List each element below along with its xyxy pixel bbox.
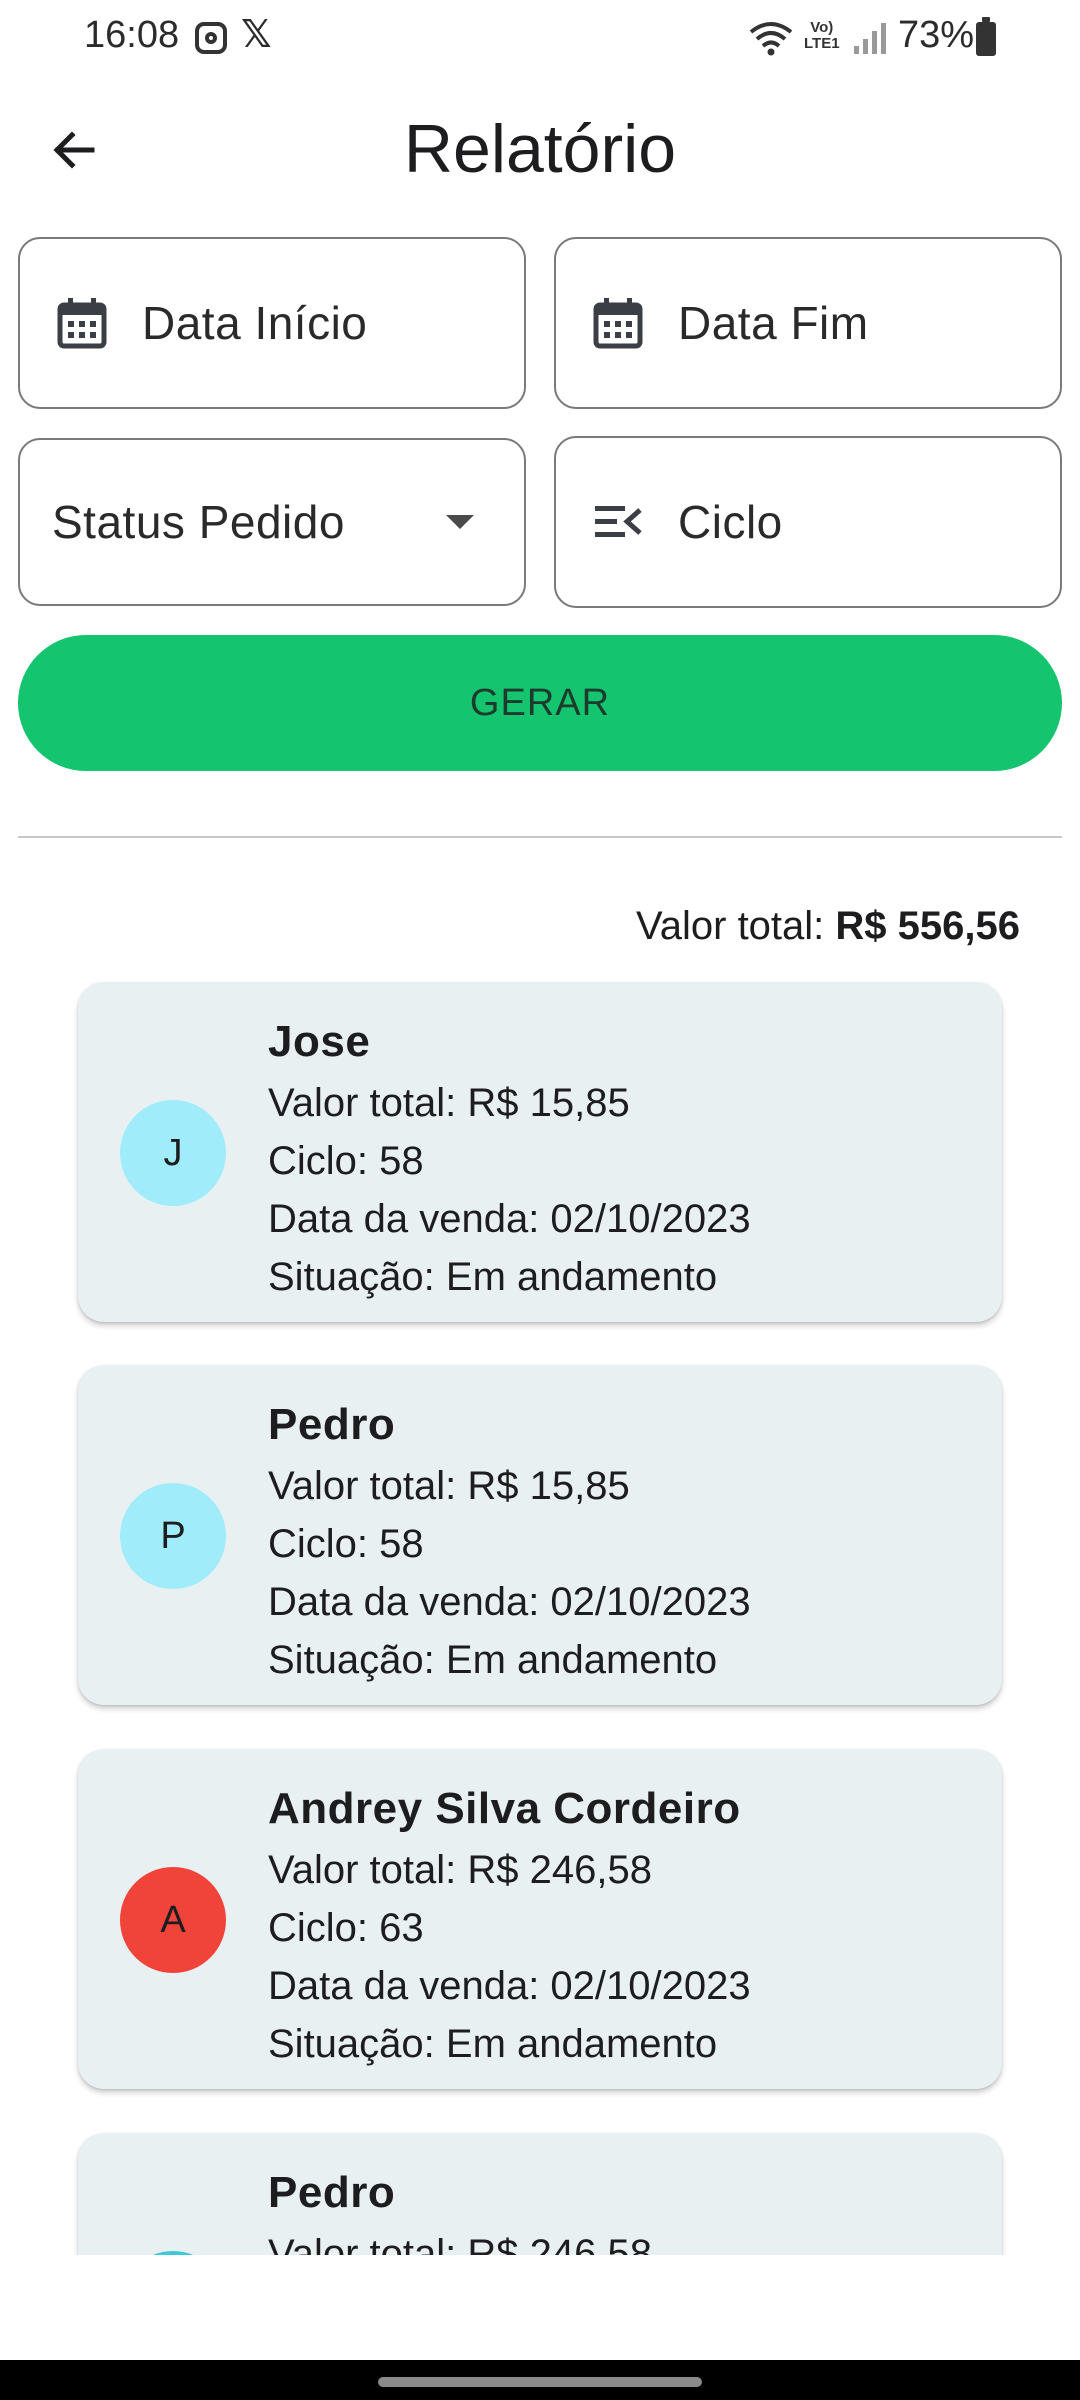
calendar-icon xyxy=(592,297,644,349)
battery-icon xyxy=(976,17,996,56)
order-date: Data da venda: 02/10/2023 xyxy=(268,1580,751,1624)
avatar: P xyxy=(120,1483,226,1589)
status-time: 16:08 xyxy=(84,14,180,56)
order-card[interactable]: A Andrey Silva Cordeiro Valor total: R$ … xyxy=(78,1749,1002,2089)
order-date: Data da venda: 02/10/2023 xyxy=(268,1964,751,2008)
avatar: J xyxy=(120,1100,226,1206)
customer-name: Pedro xyxy=(268,1400,396,1449)
orders-list[interactable]: J Jose Valor total: R$ 15,85 Ciclo: 58 D… xyxy=(0,970,1080,2255)
x-icon: 𝕏 xyxy=(241,14,272,56)
order-card[interactable]: P Pedro Valor total: R$ 246,58 xyxy=(78,2133,1002,2255)
system-nav-bar xyxy=(0,2360,1080,2400)
app-bar: Relatório xyxy=(0,90,1080,210)
order-total: Valor total: R$ 246,58 xyxy=(268,1848,652,1892)
avatar: A xyxy=(120,1867,226,1973)
order-details: Pedro Valor total: R$ 15,85 Ciclo: 58 Da… xyxy=(268,1393,751,1689)
screen: 16:08 𝕏 Vo) LTE1 73% Relatório Data Iníc… xyxy=(0,0,1080,2400)
gerar-button[interactable]: GERAR xyxy=(18,635,1062,771)
status-pedido-label: Status Pedido xyxy=(52,496,345,548)
customer-name: Jose xyxy=(268,1017,371,1066)
order-cycle: Ciclo: 58 xyxy=(268,1522,424,1566)
ciclo-label: Ciclo xyxy=(678,496,783,548)
order-status: Situação: Em andamento xyxy=(268,2022,718,2066)
ciclo-field[interactable]: Ciclo xyxy=(554,436,1062,608)
valor-total-label: Valor total: xyxy=(636,904,836,948)
order-total: Valor total: R$ 246,58 xyxy=(268,2232,652,2255)
order-date: Data da venda: 02/10/2023 xyxy=(268,1197,751,1241)
wifi-icon xyxy=(749,22,793,56)
signal-icon xyxy=(854,23,886,54)
list-collapse-icon xyxy=(592,496,644,548)
order-status: Situação: Em andamento xyxy=(268,1255,718,1299)
customer-name: Pedro xyxy=(268,2168,396,2217)
order-card[interactable]: P Pedro Valor total: R$ 15,85 Ciclo: 58 … xyxy=(78,1365,1002,1705)
customer-name: Andrey Silva Cordeiro xyxy=(268,1784,741,1833)
end-date-field[interactable]: Data Fim xyxy=(554,237,1062,409)
start-date-label: Data Início xyxy=(142,297,368,349)
order-cycle: Ciclo: 63 xyxy=(268,1906,424,1950)
divider xyxy=(18,836,1062,838)
status-pedido-select[interactable]: Status Pedido xyxy=(18,438,526,606)
instagram-icon xyxy=(195,22,227,54)
order-card[interactable]: J Jose Valor total: R$ 15,85 Ciclo: 58 D… xyxy=(78,982,1002,1322)
calendar-icon xyxy=(56,297,108,349)
order-details: Andrey Silva Cordeiro Valor total: R$ 24… xyxy=(268,1777,751,2073)
valor-total-summary: Valor total: R$ 556,56 xyxy=(636,904,1020,949)
end-date-label: Data Fim xyxy=(678,297,869,349)
order-total: Valor total: R$ 15,85 xyxy=(268,1464,630,1508)
start-date-field[interactable]: Data Início xyxy=(18,237,526,409)
valor-total-value: R$ 556,56 xyxy=(835,904,1020,948)
volte-icon: Vo) LTE1 xyxy=(804,20,840,52)
order-status: Situação: Em andamento xyxy=(268,1638,718,1682)
chevron-down-icon xyxy=(446,515,474,529)
page-title: Relatório xyxy=(403,111,677,187)
avatar: P xyxy=(120,2251,226,2255)
order-details: Jose Valor total: R$ 15,85 Ciclo: 58 Dat… xyxy=(268,1010,751,1306)
order-details: Pedro Valor total: R$ 246,58 xyxy=(268,2161,652,2255)
order-total: Valor total: R$ 15,85 xyxy=(268,1081,630,1125)
battery-percent: 73% xyxy=(898,14,975,56)
volte-top-label: Vo) xyxy=(810,19,834,36)
home-gesture-handle[interactable] xyxy=(378,2377,702,2387)
volte-bottom-label: LTE1 xyxy=(804,35,840,52)
status-bar: 16:08 𝕏 Vo) LTE1 73% xyxy=(0,0,1080,78)
order-cycle: Ciclo: 58 xyxy=(268,1139,424,1183)
